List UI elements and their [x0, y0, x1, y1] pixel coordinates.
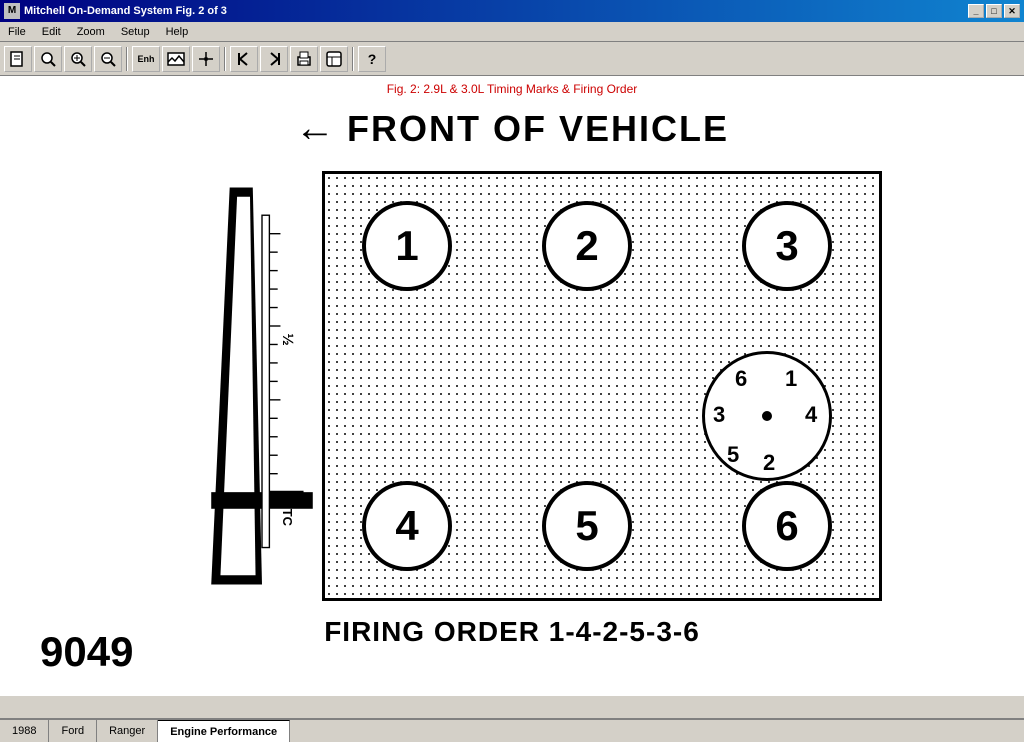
menu-edit[interactable]: Edit: [34, 24, 69, 40]
maximize-button[interactable]: □: [986, 4, 1002, 18]
svg-text:½: ½: [279, 333, 295, 345]
toolbar-enhance[interactable]: Enh: [132, 46, 160, 72]
timing-marks-svg: ½ TC: [202, 171, 322, 601]
dist-num-3: 3: [713, 402, 725, 428]
toolbar-print[interactable]: [290, 46, 318, 72]
minimize-button[interactable]: _: [968, 4, 984, 18]
menu-file[interactable]: File: [0, 24, 34, 40]
engine-block: 1 2 3 6 1 3: [322, 171, 882, 601]
title-bar: M Mitchell On-Demand System Fig. 2 of 3 …: [0, 0, 1024, 22]
toolbar-forward[interactable]: [260, 46, 288, 72]
cylinder-5: 5: [542, 481, 632, 571]
distributor: 6 1 3 4 5 2: [702, 351, 832, 481]
toolbar-help[interactable]: ?: [358, 46, 386, 72]
status-tab-make[interactable]: Ford: [49, 720, 97, 742]
distributor-center-dot: [762, 411, 772, 421]
toolbar-pan[interactable]: [192, 46, 220, 72]
toolbar-settings[interactable]: [320, 46, 348, 72]
timing-scale: ½ TC: [202, 171, 322, 591]
status-tab-model[interactable]: Ranger: [97, 720, 158, 742]
figure-title: Fig. 2: 2.9L & 3.0L Timing Marks & Firin…: [0, 76, 1024, 98]
status-tab-category[interactable]: Engine Performance: [158, 720, 290, 742]
diagram-container: ½ TC 1 2 3: [0, 161, 1024, 601]
cylinder-2: 2: [542, 201, 632, 291]
toolbar-search[interactable]: [34, 46, 62, 72]
toolbar-separator-3: [352, 47, 354, 71]
toolbar-back[interactable]: [230, 46, 258, 72]
toolbar-separator-2: [224, 47, 226, 71]
menu-help[interactable]: Help: [158, 24, 197, 40]
front-of-vehicle-label: ← FRONT OF VEHICLE: [0, 106, 1024, 151]
toolbar: Enh ?: [0, 42, 1024, 76]
cylinder-1: 1: [362, 201, 452, 291]
front-label-text: FRONT OF VEHICLE: [347, 108, 729, 150]
distributor-inner: 6 1 3 4 5 2: [705, 354, 829, 478]
dist-num-6: 6: [735, 366, 747, 392]
close-button[interactable]: ✕: [1004, 4, 1020, 18]
figure-number: 9049: [40, 628, 133, 676]
dist-num-5: 5: [727, 442, 739, 468]
cylinder-4: 4: [362, 481, 452, 571]
svg-text:TC: TC: [280, 509, 295, 526]
status-tab-year[interactable]: 1988: [0, 720, 49, 742]
toolbar-separator-1: [126, 47, 128, 71]
toolbar-zoom-in[interactable]: [64, 46, 92, 72]
content-area: Fig. 2: 2.9L & 3.0L Timing Marks & Firin…: [0, 76, 1024, 696]
cylinder-6: 6: [742, 481, 832, 571]
dist-num-2: 2: [763, 450, 775, 476]
toolbar-zoom-out[interactable]: [94, 46, 122, 72]
app-icon: M: [4, 3, 20, 19]
dist-num-1: 1: [785, 366, 797, 392]
firing-order-label: FIRING ORDER 1-4-2-5-3-6: [0, 616, 1024, 648]
cylinder-3: 3: [742, 201, 832, 291]
menu-bar: File Edit Zoom Setup Help: [0, 22, 1024, 42]
toolbar-image[interactable]: [162, 46, 190, 72]
window-controls: _ □ ✕: [968, 4, 1020, 18]
toolbar-new[interactable]: [4, 46, 32, 72]
status-bar: 1988 Ford Ranger Engine Performance: [0, 718, 1024, 742]
left-arrow-icon: ←: [295, 106, 337, 151]
menu-zoom[interactable]: Zoom: [69, 24, 113, 40]
window-title: Mitchell On-Demand System Fig. 2 of 3: [24, 5, 968, 17]
dist-num-4: 4: [805, 402, 817, 428]
menu-setup[interactable]: Setup: [113, 24, 158, 40]
